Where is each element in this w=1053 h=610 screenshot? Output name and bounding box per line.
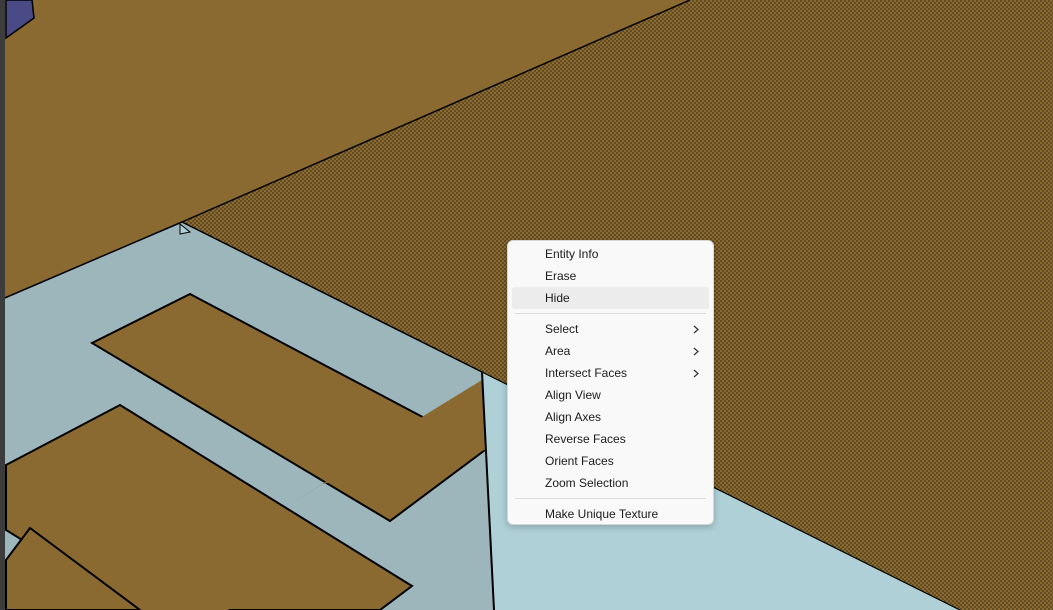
- menu-item-label: Intersect Faces: [545, 366, 628, 380]
- chevron-right-icon: [693, 340, 699, 362]
- menu-item-align-view[interactable]: Align View: [512, 384, 709, 406]
- menu-item-label: Hide: [545, 291, 570, 305]
- menu-item-area[interactable]: Area: [512, 340, 709, 362]
- menu-item-label: Zoom Selection: [545, 476, 629, 490]
- menu-item-intersect-faces[interactable]: Intersect Faces: [512, 362, 709, 384]
- chevron-right-icon: [693, 362, 699, 384]
- context-menu: Entity Info Erase Hide Select Area Intersect …: [507, 240, 714, 525]
- menu-item-erase[interactable]: Erase: [512, 265, 709, 287]
- menu-item-label: Erase: [545, 269, 577, 283]
- menu-item-orient-faces[interactable]: Orient Faces: [512, 450, 709, 472]
- menu-item-reverse-faces[interactable]: Reverse Faces: [512, 428, 709, 450]
- menu-item-label: Orient Faces: [545, 454, 614, 468]
- menu-item-label: Entity Info: [545, 247, 599, 261]
- menu-item-label: Align View: [545, 388, 601, 402]
- menu-item-align-axes[interactable]: Align Axes: [512, 406, 709, 428]
- menu-item-label: Align Axes: [545, 410, 602, 424]
- menu-item-zoom-selection[interactable]: Zoom Selection: [512, 472, 709, 494]
- left-panel-edge: [0, 0, 5, 610]
- menu-item-hide[interactable]: Hide: [512, 287, 709, 309]
- menu-item-label: Area: [545, 344, 571, 358]
- menu-item-label: Reverse Faces: [545, 432, 626, 446]
- menu-item-select[interactable]: Select: [512, 318, 709, 340]
- chevron-right-icon: [693, 318, 699, 340]
- menu-item-label: Select: [545, 322, 579, 336]
- menu-item-entity-info[interactable]: Entity Info: [512, 243, 709, 265]
- menu-separator: [512, 309, 709, 318]
- menu-separator-line: [515, 313, 706, 314]
- menu-item-label: Make Unique Texture: [545, 507, 659, 521]
- menu-separator: [512, 494, 709, 503]
- menu-separator-line: [515, 498, 706, 499]
- menu-item-make-unique-texture[interactable]: Make Unique Texture: [512, 503, 709, 525]
